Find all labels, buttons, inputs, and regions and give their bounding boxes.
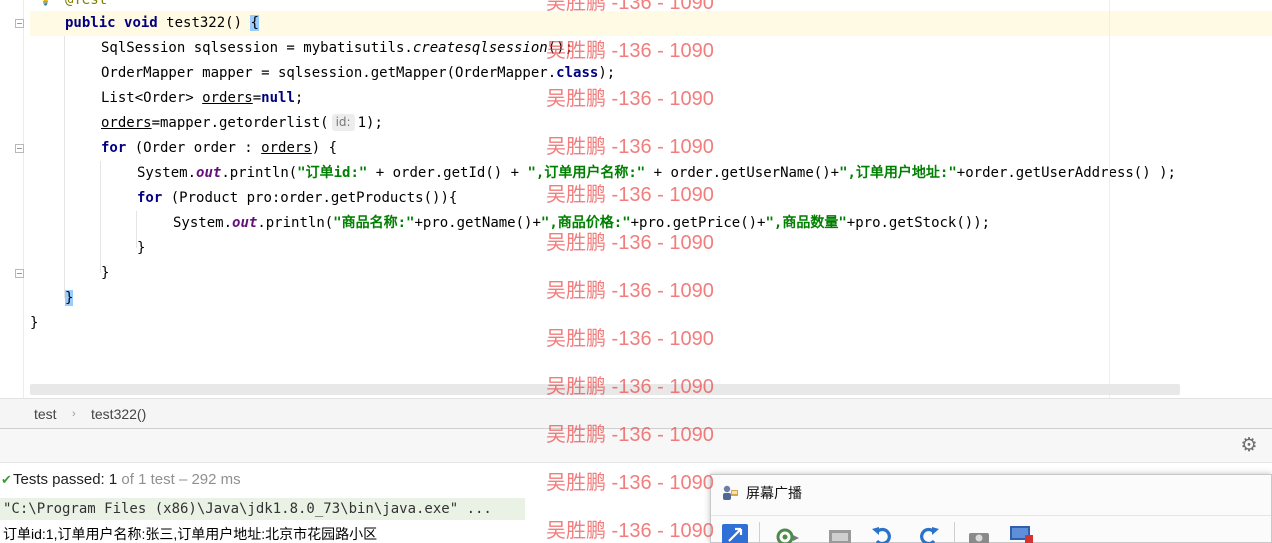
code-token: + order.getId() + — [367, 165, 528, 181]
code-token: } — [137, 240, 146, 256]
code-token: out — [232, 215, 258, 231]
code-token: for — [101, 140, 127, 156]
code-token: SqlSession sqlsession = mybatisutils. — [101, 40, 413, 56]
code-token: id: — [331, 114, 355, 131]
chevron-right-icon: › — [72, 408, 76, 420]
console-command-line[interactable]: "C:\Program Files (x86)\Java\jdk1.8.0_73… — [0, 498, 525, 520]
monitor-icon[interactable] — [1007, 521, 1035, 543]
code-token: orders — [101, 115, 152, 131]
code-token: { — [250, 15, 259, 31]
code-token: createsqlsession — [412, 40, 548, 56]
code-token: } — [101, 265, 110, 281]
fold-marker[interactable] — [15, 19, 24, 28]
window-title: 屏幕广播 — [746, 485, 802, 501]
toolbar-separator — [759, 522, 760, 543]
gear-icon[interactable]: ⚙ — [1238, 434, 1260, 456]
code-token: ); — [598, 65, 616, 81]
screen-tool-icon[interactable] — [826, 521, 854, 543]
code-line[interactable]: System.out.println("商品名称:"+pro.getName()… — [173, 211, 990, 236]
camera-icon[interactable] — [965, 521, 993, 543]
code-token: (); — [547, 40, 574, 56]
code-token: System. — [137, 165, 197, 181]
horizontal-scrollbar[interactable] — [30, 384, 1180, 395]
code-line[interactable]: orders=mapper.getorderlist(id: 1); — [101, 111, 383, 136]
screen-broadcast-window[interactable]: 屏幕广播 — [710, 474, 1272, 543]
breadcrumb: test › test322() — [0, 398, 1272, 428]
code-token: orders — [202, 90, 253, 106]
console-output: 订单id:1,订单用户名称:张三,订单用户地址:北京市花园路小区 — [3, 526, 378, 542]
code-token: (Order order : — [126, 140, 262, 156]
code-token: class — [556, 65, 599, 81]
code-token: +pro.getStock()); — [846, 215, 991, 231]
editor-gutter[interactable] — [0, 0, 24, 398]
right-margin-guide — [1109, 0, 1110, 398]
check-icon: ✔ — [1, 472, 12, 487]
code-line[interactable]: } — [30, 311, 38, 336]
code-line[interactable]: } — [137, 236, 145, 261]
code-line[interactable]: public void test322() { — [30, 11, 1272, 36]
code-token: =mapper.getorderlist( — [151, 115, 329, 131]
code-line[interactable]: } — [101, 261, 109, 286]
code-token: } — [30, 315, 39, 331]
fold-marker[interactable] — [15, 269, 24, 278]
run-toolbar: ⚙ — [0, 429, 1272, 463]
toolbar-separator — [954, 522, 955, 543]
broadcast-toolbar — [711, 515, 1271, 543]
code-line[interactable]: for (Order order : orders) { — [101, 136, 337, 161]
breadcrumb-class[interactable]: test — [34, 399, 57, 429]
code-token: .println( — [221, 165, 298, 181]
indent-guide — [100, 161, 101, 273]
code-line[interactable]: for (Product pro:order.getProducts()){ — [137, 186, 457, 211]
code-line[interactable]: OrderMapper mapper = sqlsession.getMappe… — [101, 61, 615, 86]
lightbulb-icon[interactable]: 💡 — [38, 0, 53, 6]
code-token: ; — [294, 90, 304, 106]
status-label: Tests passed: — [13, 471, 105, 488]
code-token: } — [65, 290, 74, 306]
code-token: 1); — [357, 115, 383, 131]
broadcast-app-icon — [723, 485, 738, 500]
redo-icon[interactable] — [914, 521, 942, 543]
code-token: +order.getUserAddress() ); — [956, 165, 1176, 181]
pointer-tool-icon[interactable] — [721, 521, 749, 543]
breadcrumb-method[interactable]: test322() — [91, 399, 146, 429]
indent-guide — [64, 36, 65, 298]
code-token: ) { — [311, 140, 338, 156]
code-token: = — [252, 90, 262, 106]
code-token: + order.getUserName()+ — [645, 165, 840, 181]
code-token: .println( — [257, 215, 334, 231]
code-token: "订单id:" — [297, 165, 368, 181]
code-line[interactable]: SqlSession sqlsession = mybatisutils.cre… — [101, 36, 573, 61]
code-line[interactable]: List<Order> orders=null; — [101, 86, 303, 111]
code-token: ",商品数量" — [765, 215, 847, 231]
code-token: public — [65, 15, 116, 31]
code-token: null — [261, 90, 295, 106]
code-editor[interactable]: 💡 @Test public void test322() {SqlSessio… — [0, 0, 1272, 398]
code-token: test322() — [157, 15, 251, 31]
code-token: System. — [173, 215, 233, 231]
code-token: +pro.getPrice()+ — [630, 215, 766, 231]
code-token: +pro.getName()+ — [414, 215, 541, 231]
code-token: orders — [261, 140, 312, 156]
settings-tool-icon[interactable] — [773, 521, 801, 543]
code-token: ",订单用户名称:" — [527, 165, 646, 181]
code-token: "商品名称:" — [333, 215, 415, 231]
code-token: out — [196, 165, 222, 181]
code-token: List<Order> — [101, 90, 203, 106]
status-detail: of 1 test – 292 ms — [121, 471, 241, 488]
status-count: 1 — [108, 471, 118, 488]
code-token: OrderMapper mapper = sqlsession.getMappe… — [101, 65, 557, 81]
fold-marker[interactable] — [15, 144, 24, 153]
tests-passed-text: Tests passed: 1 of 1 test – 292 ms — [13, 467, 241, 493]
code-token: void — [124, 15, 158, 31]
undo-icon[interactable] — [869, 521, 897, 543]
code-token: (Product pro:order.getProducts()){ — [162, 190, 458, 206]
code-line[interactable]: System.out.println("订单id:" + order.getId… — [137, 161, 1176, 186]
code-token: ",商品价格:" — [540, 215, 631, 231]
code-token: for — [137, 190, 163, 206]
code-token: ",订单用户地址:" — [839, 165, 957, 181]
code-line[interactable]: } — [65, 286, 74, 311]
